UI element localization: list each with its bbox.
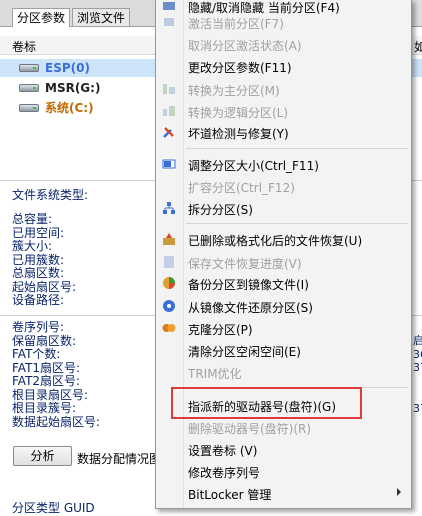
menu-item-label: 保存文件恢复进度(V) <box>188 257 302 271</box>
menu-item-remove-drive-letter[interactable]: 删除驱动器号(盘符)(R) <box>156 417 411 437</box>
menu-item-label: 指派新的驱动器号(盘符)(G) <box>188 400 337 414</box>
menu-item-save-progress[interactable]: 保存文件恢复进度(V) <box>156 252 411 272</box>
menu-item-label: 调整分区大小(Ctrl_F11) <box>188 159 319 173</box>
menu-item-clear-free-space[interactable]: 清除分区空闲空间(E) <box>156 340 411 360</box>
partition-msr[interactable]: MSR(G:) <box>0 79 170 97</box>
clone-partition-icon <box>162 324 176 332</box>
info-label: 数据起始扇区号: <box>12 414 101 429</box>
disk-icon <box>19 84 39 92</box>
menu-item-label: 更改分区参数(F11) <box>188 61 292 75</box>
menu-item-to-logical[interactable]: 转换为逻辑分区(L) <box>156 101 411 121</box>
menu-item-extend-partition[interactable]: 扩容分区(Ctrl_F12) <box>156 176 411 196</box>
tools-icon <box>163 127 174 138</box>
menu-separator <box>186 148 408 149</box>
context-menu: 隐藏/取消隐藏 当前分区(F4) 激活当前分区(F7) 取消分区激活状态(A) … <box>155 0 412 509</box>
menu-item-label: 取消分区激活状态(A) <box>188 39 302 53</box>
menu-item-label: 拆分分区(S) <box>188 203 253 217</box>
partition-label: ESP(0) <box>45 61 90 75</box>
disk-icon <box>19 64 39 72</box>
info-label: 总容量: <box>12 212 53 226</box>
menu-item-clone-partition[interactable]: 克隆分区(P) <box>156 318 411 338</box>
menu-item-bitlocker[interactable]: BitLocker 管理 <box>156 483 411 503</box>
file-recovery-icon <box>163 233 175 245</box>
info-value <box>413 388 422 402</box>
info-value <box>413 375 422 389</box>
menu-item-label: 扩容分区(Ctrl_F12) <box>188 181 295 195</box>
restore-image-icon <box>163 300 175 312</box>
menu-item-change-serial[interactable]: 修改卷序列号 <box>156 461 411 481</box>
info-value: 37 <box>413 361 422 374</box>
info-label: FAT个数: <box>12 347 61 361</box>
info-group-1: 总容量: 已用空间: 簇大小: 已用簇数: 总扇区数: 起始扇区号: 设备路径: <box>12 212 77 308</box>
menu-item-label: 激活当前分区(F7) <box>188 17 284 31</box>
info-label: 根目录扇区号: <box>12 387 89 402</box>
menu-item-label: BitLocker 管理 <box>188 488 272 502</box>
resize-partition-icon <box>162 159 176 169</box>
menu-item-restore-image[interactable]: 从镜像文件还原分区(S) <box>156 296 411 316</box>
info-label: 起始扇区号: <box>12 279 77 294</box>
menu-item-label: 清除分区空闲空间(E) <box>188 345 301 359</box>
info-value: 启 <box>413 334 422 347</box>
menu-item-set-volume-label[interactable]: 设置卷标 (V) <box>156 439 411 459</box>
menu-item-assign-drive-letter[interactable]: 指派新的驱动器号(盘符)(G) <box>156 395 411 415</box>
menu-item-trim[interactable]: TRIM优化 <box>156 362 411 382</box>
menu-item-deactivate[interactable]: 取消分区激活状态(A) <box>156 34 411 54</box>
submenu-arrow-icon <box>397 488 401 496</box>
info-value: 36 <box>413 347 422 361</box>
menu-item-label: 删除驱动器号(盘符)(R) <box>188 422 312 436</box>
menu-item-split-partition[interactable]: 拆分分区(S) <box>156 198 411 218</box>
disk-icon <box>19 104 39 112</box>
menu-item-label: 坏道检测与修复(Y) <box>188 127 289 141</box>
menu-item-label: 修改卷序列号 <box>188 466 261 480</box>
menu-item-file-recovery[interactable]: 已删除或格式化后的文件恢复(U) <box>156 229 411 249</box>
info-label: FAT2扇区号: <box>12 374 81 388</box>
to-logical-icon <box>163 106 175 116</box>
info-label: 卷序列号: <box>12 320 65 334</box>
menu-item-label: 转换为主分区(M) <box>188 84 280 98</box>
save-progress-icon <box>164 256 174 268</box>
menu-item-to-primary[interactable]: 转换为主分区(M) <box>156 79 411 99</box>
to-primary-icon <box>163 84 175 94</box>
fs-type-label: 文件系统类型: <box>12 188 89 202</box>
info-label: 设备路径: <box>12 293 65 307</box>
menu-item-label: 从镜像文件还原分区(S) <box>188 301 313 315</box>
partition-label: MSR(G:) <box>45 81 101 95</box>
allocation-map-label: 数据分配情况图 <box>77 452 162 466</box>
menu-item-label: 已删除或格式化后的文件恢复(U) <box>188 234 363 248</box>
menu-item-label: 备份分区到镜像文件(I) <box>188 278 309 292</box>
analyze-button[interactable]: 分析 <box>13 446 72 466</box>
volume-label-header: 卷标 <box>12 40 37 54</box>
info-label: FAT1扇区号: <box>12 360 81 375</box>
partition-type-guid-label: 分区类型 GUID <box>12 501 95 515</box>
info-label: 保留扇区数: <box>12 333 77 348</box>
menu-item-activate[interactable]: 激活当前分区(F7) <box>156 12 411 32</box>
activate-icon <box>164 18 174 26</box>
menu-item-bad-sector-check[interactable]: 坏道检测与修复(Y) <box>156 122 411 142</box>
info-label: 根目录簇号: <box>12 401 77 415</box>
info-label: 总扇区数: <box>12 266 65 280</box>
info-group-2: 卷序列号: 保留扇区数: FAT个数: FAT1扇区号: FAT2扇区号: 根目… <box>12 320 101 429</box>
menu-item-label: TRIM优化 <box>188 367 242 381</box>
split-partition-icon <box>163 202 175 214</box>
menu-separator <box>186 387 408 388</box>
tab-browse-files[interactable]: 浏览文件 <box>72 8 131 26</box>
info-label: 已用簇数: <box>12 252 65 267</box>
partition-label: 系统(C:) <box>45 101 94 115</box>
backup-image-icon <box>163 277 175 289</box>
info-value: 37 <box>413 401 422 415</box>
menu-item-label: 转换为逻辑分区(L) <box>188 106 289 120</box>
column-header-partial: 如 <box>414 40 422 54</box>
menu-item-label: 设置卷标 (V) <box>188 444 258 458</box>
info-values-partial: 启 36 37 37 <box>413 334 422 415</box>
info-label: 簇大小: <box>12 239 53 253</box>
menu-separator <box>186 223 408 224</box>
menu-item-change-params[interactable]: 更改分区参数(F11) <box>156 56 411 76</box>
tab-partition-params[interactable]: 分区参数 <box>12 8 71 27</box>
menu-item-label: 克隆分区(P) <box>188 323 253 337</box>
menu-item-backup-image[interactable]: 备份分区到镜像文件(I) <box>156 273 411 293</box>
menu-item-resize-partition[interactable]: 调整分区大小(Ctrl_F11) <box>156 154 411 174</box>
info-label: 已用空间: <box>12 225 65 240</box>
partition-system[interactable]: 系统(C:) <box>0 99 170 117</box>
